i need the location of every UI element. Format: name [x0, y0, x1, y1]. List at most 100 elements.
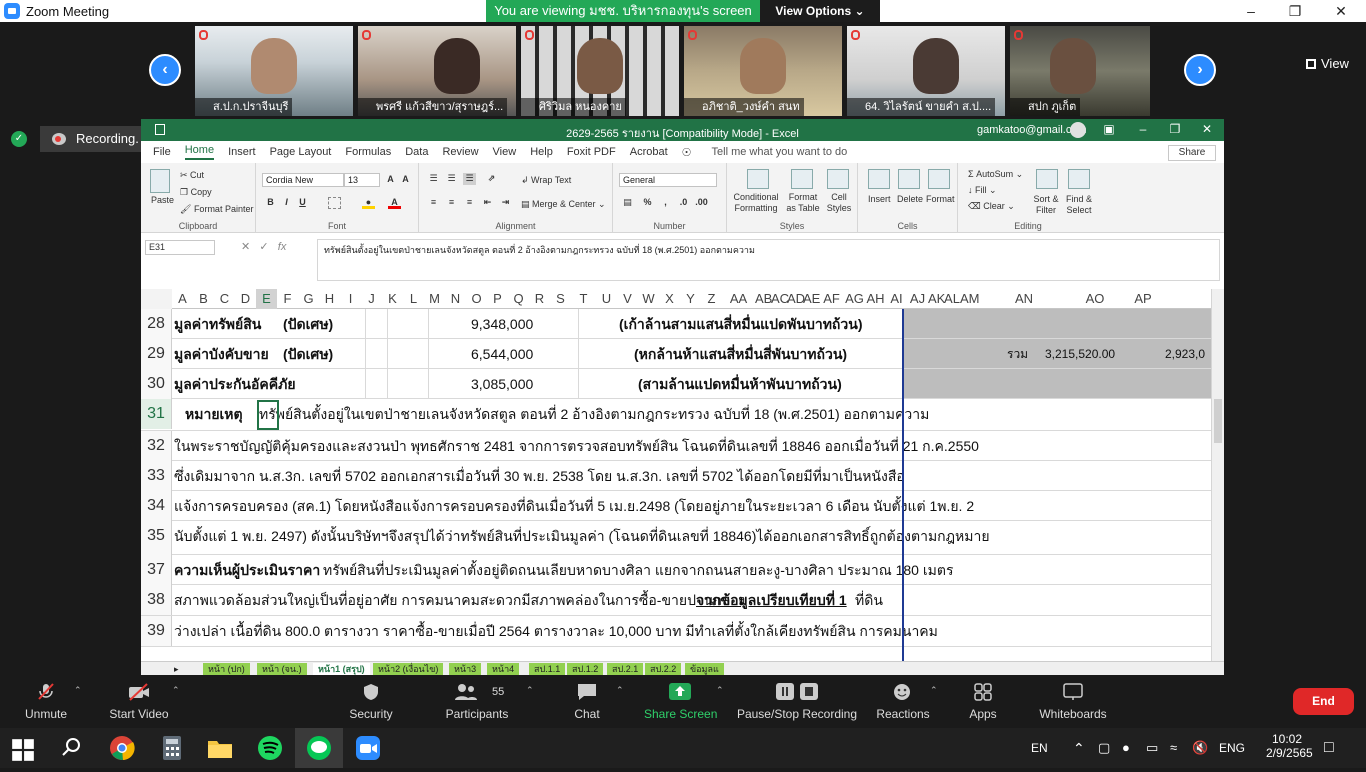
align-top-icon[interactable]: ☰ [427, 173, 440, 185]
battery-icon[interactable]: ▭ [1146, 728, 1158, 768]
paste-icon[interactable] [150, 169, 170, 193]
enter-icon[interactable]: ✓ [259, 241, 268, 253]
row-number[interactable]: 28 [141, 309, 172, 339]
start-video-button[interactable]: ⌃ Start Video [102, 675, 180, 728]
decrease-indent-icon[interactable]: ⇤ [481, 197, 494, 209]
insert-cells-button[interactable]: Insert [868, 194, 891, 204]
fill-button[interactable]: ↓ Fill ⌄ [968, 185, 997, 196]
cell-words[interactable]: (หกล้านห้าแสนสี่หมื่นสี่พันบาทถ้วน) [634, 339, 847, 369]
reactions-button[interactable]: ⌃ Reactions [874, 675, 938, 728]
video-tile[interactable]: สปก ภูเก็ต [1010, 26, 1150, 116]
format-as-table-button[interactable]: Format as Table [783, 192, 823, 214]
cell-text[interactable]: แจ้งการครอบครอง (สค.1) โดยหนังสือแจ้งการ… [174, 491, 974, 521]
bold-icon[interactable]: B [264, 197, 277, 209]
caret-up-icon[interactable]: ⌃ [172, 685, 180, 696]
notifications-icon[interactable]: □ [1324, 728, 1334, 768]
calculator-icon[interactable] [158, 734, 186, 762]
column-header-am[interactable]: AM [960, 289, 980, 309]
tab-insert[interactable]: Insert [228, 146, 256, 158]
sheet-tab[interactable]: หน้า2 (เงื่อนไข) [373, 663, 444, 675]
column-header-ae[interactable]: AE [803, 289, 820, 309]
whiteboards-button[interactable]: Whiteboards [1036, 675, 1110, 728]
video-tile[interactable]: ส.ป.ก.ปราจีนบุรี [195, 26, 353, 116]
clear-button[interactable]: ⌫ Clear ⌄ [968, 201, 1015, 212]
tab-page-layout[interactable]: Page Layout [270, 146, 332, 158]
column-header-k[interactable]: K [382, 289, 403, 309]
sheet-tab[interactable]: สป.2.1 [607, 663, 644, 675]
sheet-tab[interactable]: ข้อมูลแ [685, 663, 724, 675]
align-left-icon[interactable]: ≡ [427, 197, 440, 209]
tab-data[interactable]: Data [405, 146, 428, 158]
column-header-al[interactable]: AL [944, 289, 960, 309]
borders-icon[interactable] [328, 197, 341, 209]
column-header-v[interactable]: V [617, 289, 638, 309]
line-app-active[interactable] [295, 728, 343, 768]
select-all-corner[interactable] [141, 289, 172, 309]
row-number[interactable]: 31 [141, 399, 172, 429]
keyboard-language[interactable]: ENG [1219, 728, 1245, 768]
copy-button[interactable]: ❐ Copy [180, 187, 212, 198]
video-tile[interactable]: พรศรี แก้วสีขาว/สุราษฎร์... [358, 26, 516, 116]
sheet-tab[interactable]: หน้า1 (สรุป) [313, 663, 370, 675]
cell-note[interactable]: (ปัดเศษ) [283, 339, 333, 369]
italic-icon[interactable]: I [280, 197, 293, 209]
tab-acrobat[interactable]: Acrobat [630, 146, 668, 158]
percent-style-icon[interactable]: % [641, 197, 654, 209]
clock[interactable]: 10:02 2/9/2565 [1266, 732, 1313, 772]
column-header-ag[interactable]: AG [844, 289, 865, 309]
meet-now-icon[interactable]: ▢ [1098, 728, 1110, 768]
cell-styles-button[interactable]: Cell Styles [823, 192, 855, 214]
row-number[interactable]: 30 [141, 369, 172, 399]
security-button[interactable]: Security [340, 675, 402, 728]
previous-page-button[interactable]: ‹ [149, 54, 181, 86]
tab-review[interactable]: Review [442, 146, 478, 158]
column-header-d[interactable]: D [235, 289, 256, 309]
tab-help[interactable]: Help [530, 146, 553, 158]
row-number[interactable]: 37 [141, 555, 172, 585]
row-number[interactable]: 34 [141, 491, 172, 521]
unmute-button[interactable]: ⌃ Unmute [14, 675, 82, 728]
increase-font-icon[interactable]: A [384, 174, 397, 186]
number-format-select[interactable]: General [619, 173, 717, 187]
next-page-button[interactable]: › [1184, 54, 1216, 86]
sheet-tab[interactable]: หน้า (จน.) [257, 663, 307, 675]
column-header-y[interactable]: Y [680, 289, 701, 309]
cell-words[interactable]: (เก้าล้านสามแสนสี่หมื่นแปดพันบาทถ้วน) [619, 309, 863, 339]
close-icon[interactable]: ✕ [1197, 122, 1217, 136]
microphone-icon[interactable]: ● [1122, 728, 1130, 768]
column-header-z[interactable]: Z [701, 289, 722, 309]
align-center-icon[interactable]: ≡ [445, 197, 458, 209]
orientation-icon[interactable]: ⇗ [485, 173, 498, 185]
search-icon[interactable] [58, 734, 86, 762]
align-right-icon[interactable]: ≡ [463, 197, 476, 209]
column-header-j[interactable]: J [361, 289, 382, 309]
wifi-icon[interactable]: ≈ [1170, 728, 1177, 768]
scroll-thumb[interactable] [1214, 399, 1222, 443]
column-header-n[interactable]: N [445, 289, 466, 309]
column-header-ak[interactable]: AK [928, 289, 945, 309]
cell-value[interactable]: 9,348,000 [471, 309, 533, 339]
column-header-h[interactable]: H [319, 289, 340, 309]
restore-icon[interactable]: ❐ [1165, 122, 1185, 136]
wrap-text-button[interactable]: ↲ Wrap Text [521, 175, 571, 186]
column-header-w[interactable]: W [638, 289, 659, 309]
find-select-icon[interactable] [1068, 169, 1090, 189]
decrease-decimal-icon[interactable]: .00 [695, 197, 708, 209]
share-button[interactable]: Share [1168, 145, 1216, 161]
file-explorer-icon[interactable] [206, 734, 234, 762]
cell-label[interactable]: มูลค่าบังคับขาย [174, 339, 269, 369]
name-box[interactable]: E31 [145, 240, 215, 255]
format-cells-icon[interactable] [928, 169, 950, 189]
align-middle-icon[interactable]: ☰ [445, 173, 458, 185]
caret-up-icon[interactable]: ⌃ [74, 685, 82, 696]
cell-note[interactable]: (ปัดเศษ) [283, 309, 333, 339]
column-header-u[interactable]: U [596, 289, 617, 309]
column-header-aj[interactable]: AJ [907, 289, 928, 309]
insert-function-icon[interactable]: fx [278, 241, 287, 253]
input-language[interactable]: EN [1031, 728, 1048, 768]
show-hidden-icons[interactable]: ⌃ [1073, 728, 1085, 768]
font-color-icon[interactable]: A [388, 197, 401, 209]
cell-text-underlined[interactable]: จากข้อมูลเปรียบเทียบที่ 1 [696, 585, 847, 615]
conditional-formatting-icon[interactable] [747, 169, 769, 189]
row-number[interactable]: 29 [141, 339, 172, 369]
